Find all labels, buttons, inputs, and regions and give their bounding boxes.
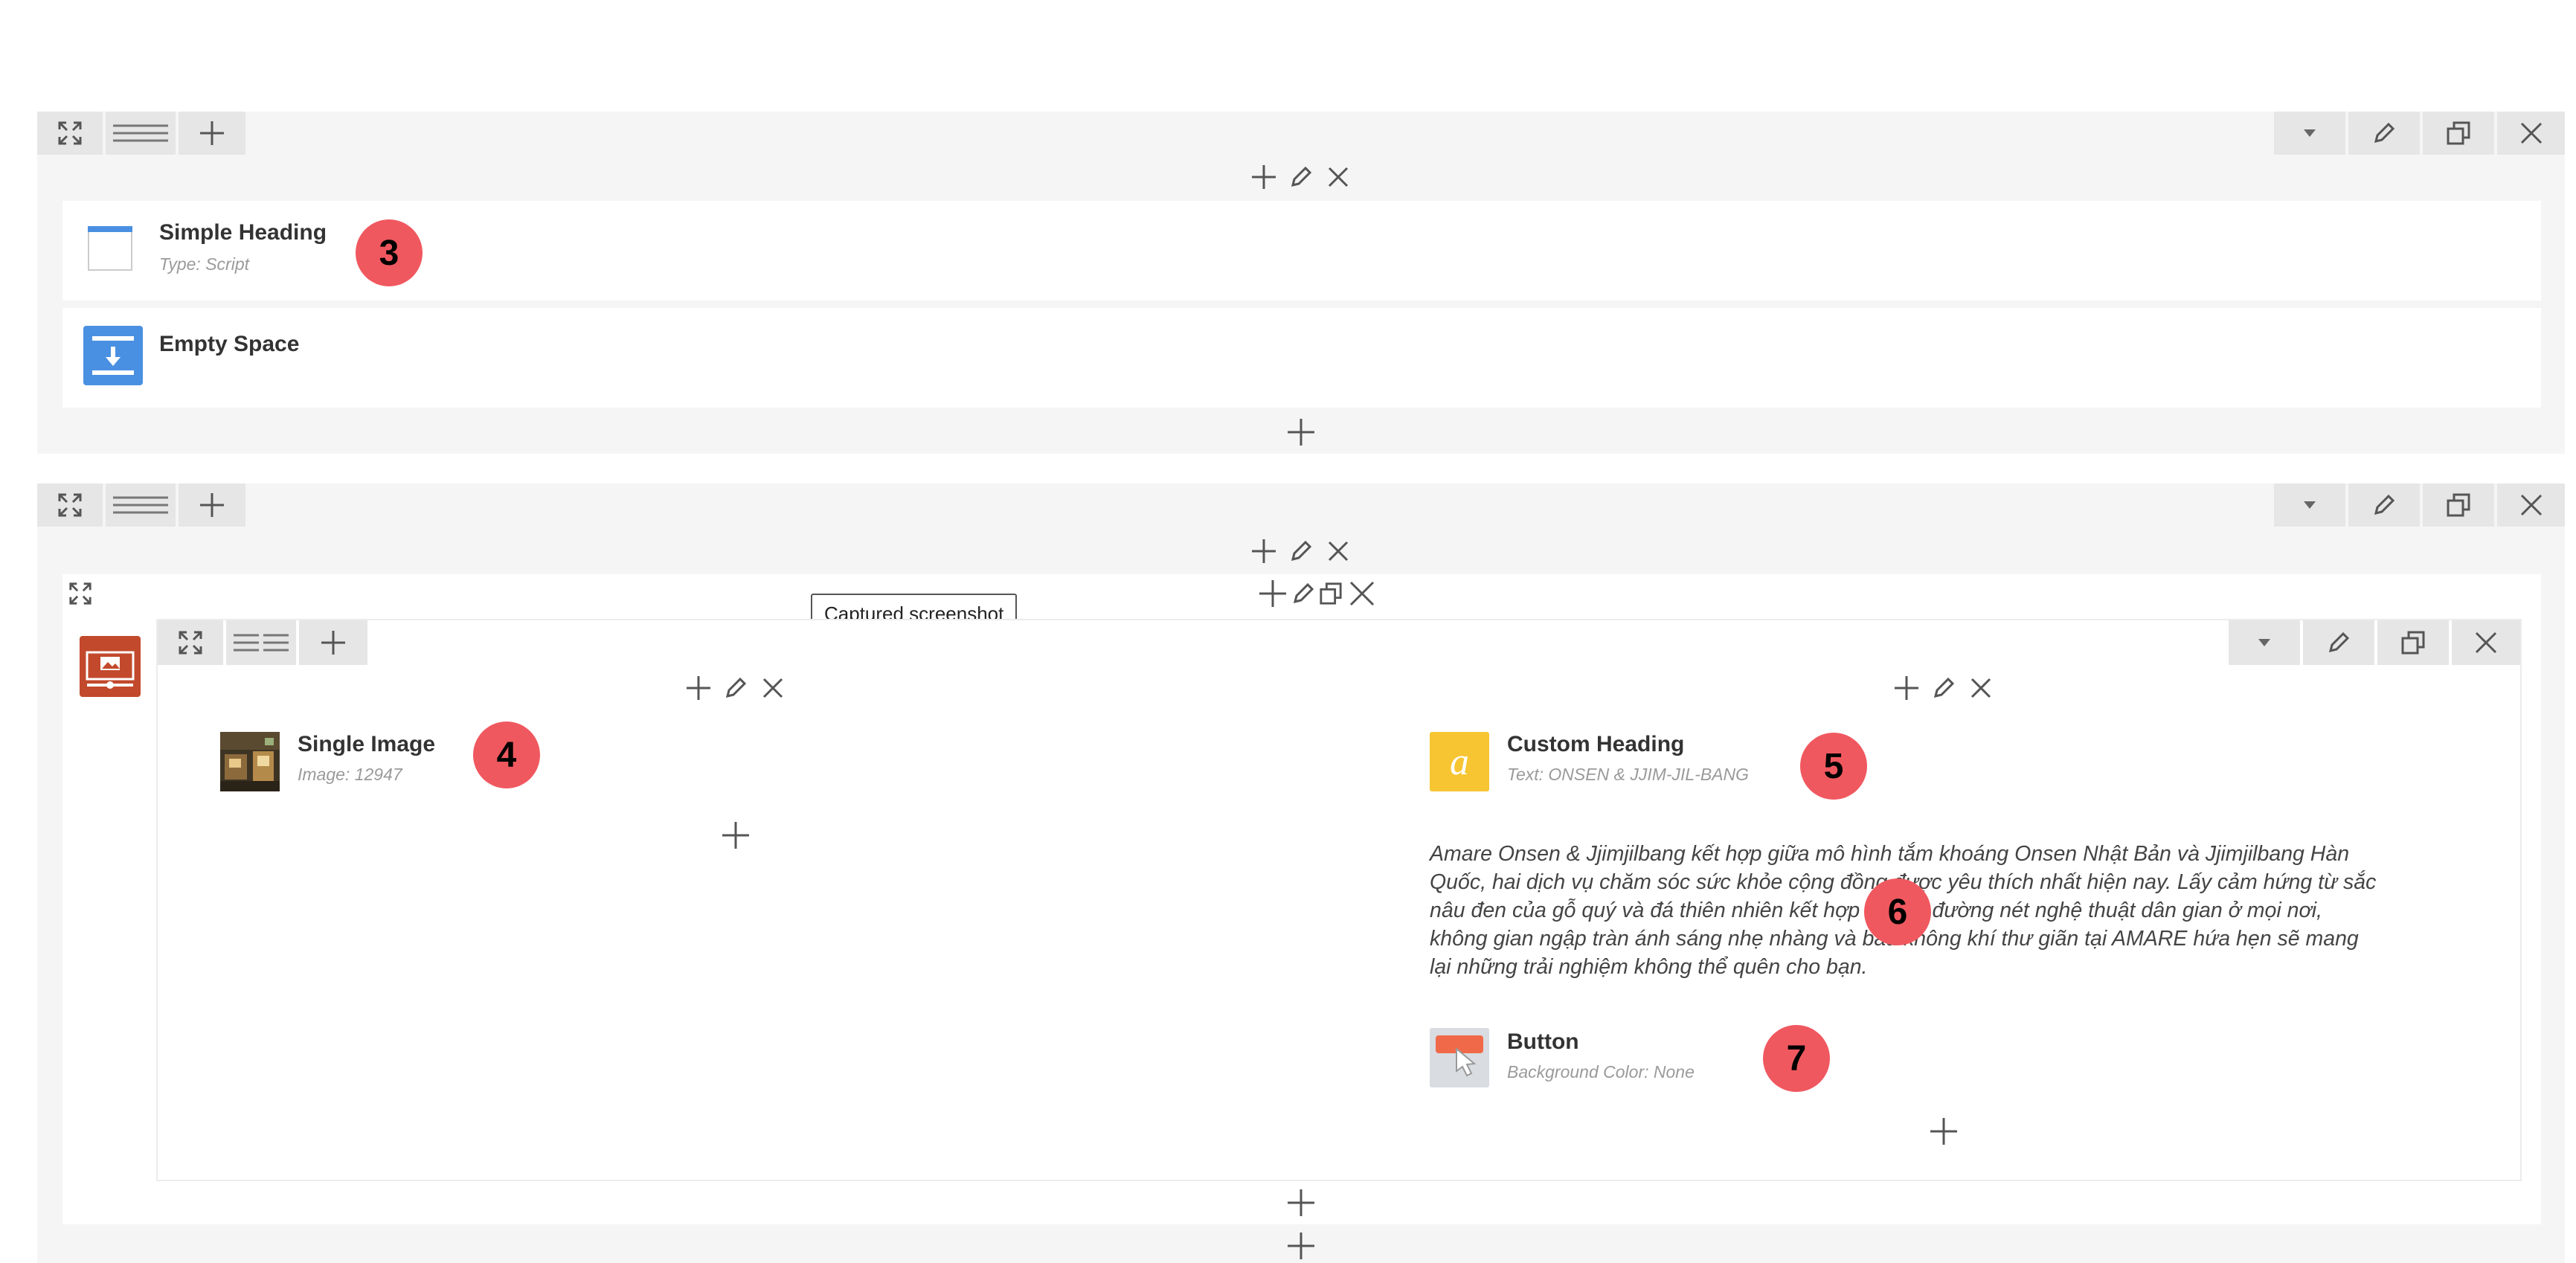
- row-1-column-delete-icon[interactable]: [1321, 160, 1355, 194]
- element-title: Single Image: [298, 732, 436, 756]
- section-clone-icon[interactable]: [1317, 576, 1345, 611]
- callout-badge-7: 7: [1763, 1025, 1830, 1092]
- row-1-add-column-button[interactable]: [179, 112, 245, 155]
- row-2-column-edit-icon[interactable]: [1284, 534, 1318, 568]
- inner-row-add-column-button[interactable]: [299, 620, 367, 665]
- row-1-column-add-element-icon[interactable]: [1247, 160, 1281, 194]
- callout-badge-3: 3: [356, 219, 423, 286]
- row-1-add-element-icon[interactable]: [1284, 415, 1318, 449]
- plus-icon: [200, 121, 224, 145]
- section-expand-icon[interactable]: [64, 577, 97, 610]
- inner-row-collapse-button[interactable]: [2229, 620, 2300, 665]
- row-layout-icon: [113, 496, 168, 514]
- row-2-toggle-full-width-button[interactable]: [37, 483, 103, 527]
- row-2-clone-button[interactable]: [2423, 483, 2494, 527]
- image-thumbnail: [220, 732, 280, 791]
- section-add-element-icon[interactable]: [1284, 1186, 1318, 1220]
- expand-arrows-icon: [58, 493, 82, 517]
- expand-arrows-icon: [58, 121, 82, 145]
- right-column-add-element-bottom-icon[interactable]: [1927, 1114, 1961, 1148]
- section-edit-icon[interactable]: [1290, 576, 1317, 611]
- custom-heading-icon: a: [1430, 732, 1489, 791]
- element-subtitle: Background Color: None: [1507, 1062, 1695, 1082]
- text-line: Quốc, hai dịch vụ chăm sóc sức khỏe cộng…: [1430, 870, 2377, 894]
- row-1-toggle-full-width-button[interactable]: [37, 112, 103, 155]
- empty-space-element[interactable]: Empty Space: [62, 308, 2541, 408]
- left-column-add-element-icon[interactable]: [681, 671, 716, 705]
- caret-down-icon: [2304, 129, 2316, 137]
- element-subtitle: Image: 12947: [298, 765, 402, 784]
- row-1-collapse-button[interactable]: [2274, 112, 2345, 155]
- pencil-icon: [2328, 632, 2350, 653]
- element-title: Simple Heading: [159, 220, 327, 245]
- section-add-icon[interactable]: [1256, 576, 1290, 611]
- row-1-clone-button[interactable]: [2423, 112, 2494, 155]
- close-icon: [2520, 494, 2542, 516]
- empty-space-icon: [83, 326, 143, 385]
- expand-arrows-icon: [179, 631, 202, 655]
- button-element-icon: [1430, 1028, 1489, 1087]
- inner-row-delete-button[interactable]: [2452, 620, 2520, 665]
- text-line: lại những trải nghiệm không thể quên cho…: [1430, 955, 1868, 979]
- left-column-edit-icon[interactable]: [719, 671, 753, 705]
- clone-icon: [2447, 493, 2470, 517]
- inner-row-edit-button[interactable]: [2303, 620, 2374, 665]
- close-icon: [2475, 632, 2497, 654]
- clone-icon: [2447, 121, 2470, 145]
- inner-row-toggle-full-width-button[interactable]: [158, 620, 223, 665]
- row-1-delete-button[interactable]: [2497, 112, 2565, 155]
- right-column-edit-icon[interactable]: [1927, 671, 1961, 705]
- row-2-column-delete-icon[interactable]: [1321, 534, 1355, 568]
- row-layout-icon: [113, 124, 168, 142]
- section-delete-icon[interactable]: [1345, 576, 1379, 611]
- row-1-layout-button[interactable]: [106, 112, 176, 155]
- right-column-delete-icon[interactable]: [1964, 671, 1998, 705]
- row-1-column-edit-icon[interactable]: [1284, 160, 1318, 194]
- section-type-icon: [80, 636, 141, 697]
- row-2-layout-button[interactable]: [106, 483, 176, 527]
- row-2-add-element-icon[interactable]: [1284, 1230, 1318, 1262]
- right-column-add-element-icon[interactable]: [1889, 671, 1924, 705]
- simple-heading-element[interactable]: Simple Heading Type: Script: [62, 201, 2541, 301]
- row-2-collapse-button[interactable]: [2274, 483, 2345, 527]
- element-title: Custom Heading: [1507, 732, 1685, 756]
- row-2-add-column-button[interactable]: [179, 483, 245, 527]
- caret-down-icon: [2304, 501, 2316, 509]
- left-column-delete-icon[interactable]: [756, 671, 790, 705]
- row-2-column-add-element-icon[interactable]: [1247, 534, 1281, 568]
- row-2-delete-button[interactable]: [2497, 483, 2565, 527]
- close-icon: [2520, 122, 2542, 144]
- simple-heading-icon: [88, 226, 132, 271]
- callout-badge-5: 5: [1800, 733, 1867, 800]
- inner-row-layout-button[interactable]: [226, 620, 296, 665]
- element-title: Empty Space: [159, 332, 300, 356]
- plus-icon: [200, 493, 224, 517]
- clone-icon: [2401, 631, 2425, 655]
- row-1-edit-button[interactable]: [2348, 112, 2420, 155]
- left-column-add-element-bottom-icon[interactable]: [719, 818, 753, 852]
- columns-layout-icon: [234, 634, 289, 652]
- pencil-icon: [2374, 122, 2395, 144]
- row-2-edit-button[interactable]: [2348, 483, 2420, 527]
- element-subtitle: Type: Script: [159, 254, 249, 274]
- text-line: Amare Onsen & Jjimjilbang kết hợp giữa m…: [1430, 842, 2350, 866]
- callout-badge-4: 4: [473, 722, 540, 788]
- svg-text:a: a: [1450, 741, 1469, 783]
- callout-badge-6: 6: [1864, 878, 1931, 945]
- pencil-icon: [2374, 494, 2395, 515]
- plus-icon: [321, 631, 345, 655]
- caret-down-icon: [2258, 639, 2270, 646]
- element-subtitle: Text: ONSEN & JJIM-JIL-BANG: [1507, 765, 1750, 784]
- element-title: Button: [1507, 1029, 1579, 1054]
- text-line: không gian ngập tràn ánh sáng nhẹ nhàng …: [1430, 927, 2359, 951]
- inner-row-clone-button[interactable]: [2377, 620, 2449, 665]
- text-block-element[interactable]: Amare Onsen & Jjimjilbang kết hợp giữa m…: [1430, 840, 2501, 981]
- text-line: nâu đen của gỗ quý và đá thiên nhiên kết…: [1430, 899, 2322, 922]
